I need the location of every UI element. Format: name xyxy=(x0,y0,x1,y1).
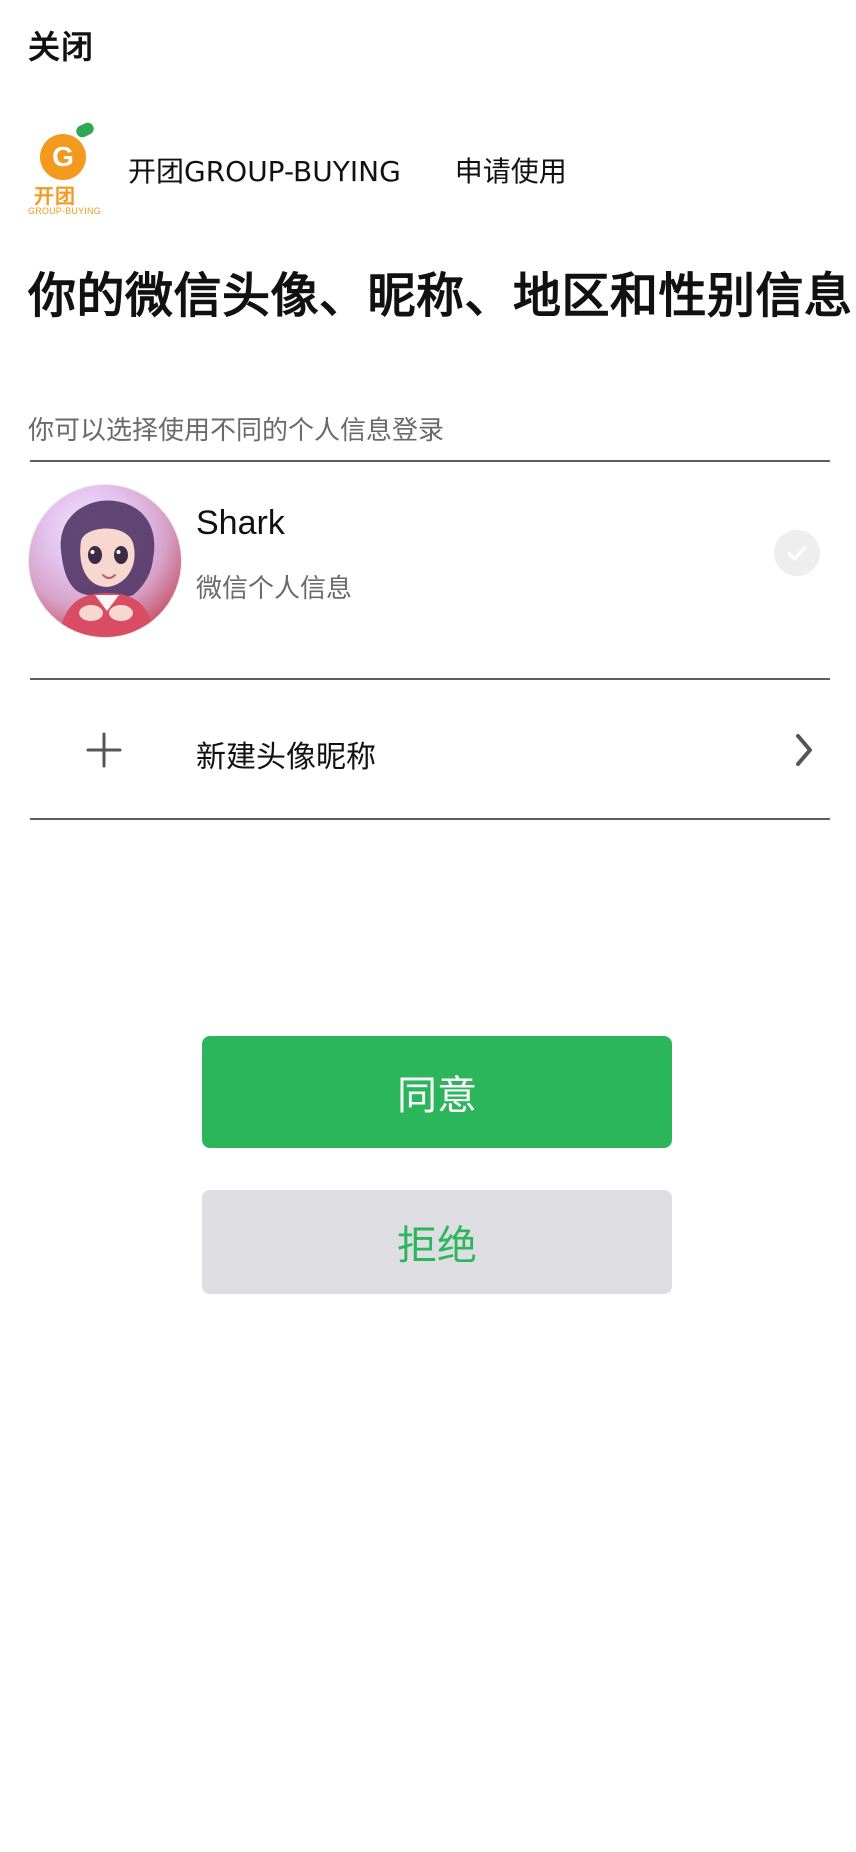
plus-icon xyxy=(82,728,126,772)
agree-button[interactable]: 同意 xyxy=(202,1036,672,1148)
app-info-row: G 开团 GROUP-BUYING 开团GROUP-BUYING 申请使用 xyxy=(28,120,567,220)
new-profile-label: 新建头像昵称 xyxy=(196,740,376,775)
page-title: 你的微信头像、昵称、地区和性别信息 xyxy=(28,268,853,324)
close-button[interactable]: 关闭 xyxy=(28,22,94,68)
app-logo: G 开团 GROUP-BUYING xyxy=(28,120,101,220)
logo-letter: G xyxy=(52,141,74,172)
divider-top xyxy=(30,460,830,462)
authorization-page: 关闭 G 开团 GROUP-BUYING 开团GROUP-BUYING 申请使用… xyxy=(0,0,856,1852)
profile-name: Shark xyxy=(196,504,285,542)
avatar xyxy=(28,484,182,638)
chevron-right-icon xyxy=(790,728,818,772)
page-subtitle: 你可以选择使用不同的个人信息登录 xyxy=(28,416,445,446)
refuse-button[interactable]: 拒绝 xyxy=(202,1190,672,1294)
divider-bottom xyxy=(30,818,830,820)
profile-option-row[interactable]: Shark 微信个人信息 xyxy=(28,478,828,646)
profile-subtext: 微信个人信息 xyxy=(196,574,353,604)
logo-cn-text: 开团 xyxy=(34,184,76,208)
app-request-text: 申请使用 xyxy=(454,155,567,188)
app-name: 开团GROUP-BUYING xyxy=(128,155,401,188)
check-icon[interactable] xyxy=(774,530,820,576)
logo-en-text: GROUP-BUYING xyxy=(28,206,101,216)
new-profile-row[interactable]: 新建头像昵称 xyxy=(28,680,828,816)
